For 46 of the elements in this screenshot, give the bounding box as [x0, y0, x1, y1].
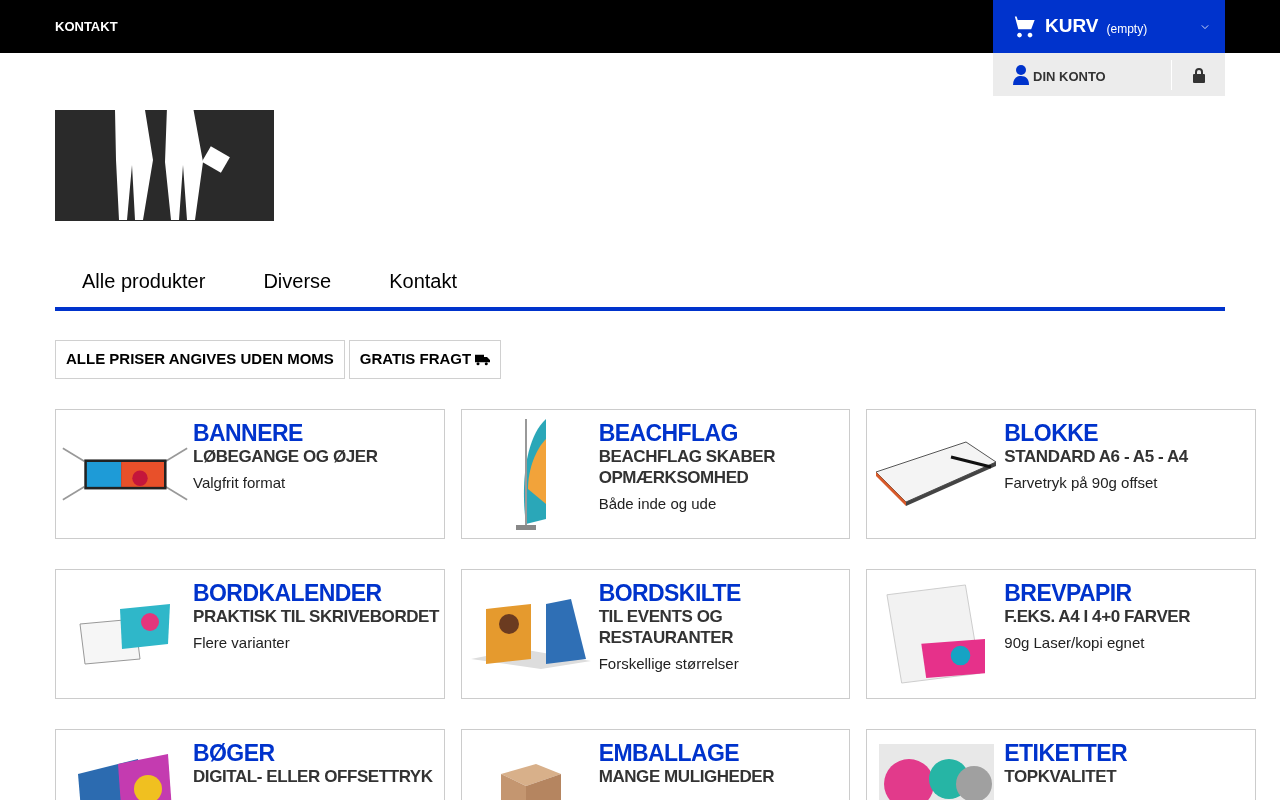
product-subtitle: DIGITAL- ELLER OFFSETTRYK: [193, 766, 433, 787]
contact-link[interactable]: KONTAKT: [55, 17, 118, 37]
product-title: BANNERE: [193, 420, 304, 446]
product-description: Både inde og ude: [598, 494, 718, 514]
product-title: BEACHFLAG: [598, 420, 739, 446]
account-button[interactable]: DIN KONTO: [993, 53, 1171, 96]
product-subtitle: TOPKVALITET: [1004, 766, 1118, 787]
product-card[interactable]: BANNERE LØBEGANGE OG ØJER Valgfrit format: [55, 409, 445, 539]
product-description: Flere varianter: [193, 633, 291, 653]
user-icon: [1013, 64, 1029, 85]
product-subtitle: F.EKS. A4 I 4+0 FARVER: [1004, 606, 1191, 627]
product-title: BORDKALENDER: [193, 580, 383, 606]
product-title: ETIKETTER: [1004, 740, 1127, 766]
product-description: Forskellige størrelser: [598, 654, 740, 674]
product-description: Valgfrit format: [193, 473, 287, 493]
nav-link[interactable]: Kontakt: [362, 254, 485, 296]
product-card[interactable]: EMBALLAGE MANGE MULIGHEDER: [460, 729, 851, 800]
product-subtitle: LØBEGANGE OG ØJER: [193, 446, 378, 467]
product-subtitle: TIL EVENTS OG RESTAURANTER: [598, 606, 735, 648]
cart-button[interactable]: KURV (empty): [993, 0, 1225, 53]
product-subtitle: PRAKTISK TIL SKRIVEBORDET: [193, 606, 439, 627]
chevron-down-icon: [1201, 22, 1209, 31]
product-subtitle: BEACHFLAG SKABER OPMÆRKSOMHED: [598, 446, 777, 488]
product-card[interactable]: BORDKALENDER PRAKTISK TIL SKRIVEBORDET Flere varianter: [55, 569, 445, 699]
lock-icon: [1191, 66, 1206, 83]
product-description: Farvetryk på 90g offset: [1004, 473, 1159, 493]
product-description: 90g Laser/kopi egnet: [1004, 633, 1146, 653]
notice-text: GRATIS FRAGT: [359, 349, 472, 370]
product-card[interactable]: BORDSKILTE TIL EVENTS OG RESTAURANTER Forskellige størrelser: [460, 569, 851, 699]
product-title: BORDSKILTE: [598, 580, 742, 606]
product-title: BLOKKE: [1004, 420, 1099, 446]
product-card[interactable]: ETIKETTER TOPKVALITET: [866, 729, 1256, 800]
product-title: EMBALLAGE: [598, 740, 741, 766]
product-title: BREVPAPIR: [1004, 580, 1133, 606]
nav-link[interactable]: Diverse: [236, 254, 359, 296]
product-subtitle: MANGE MULIGHEDER: [598, 766, 775, 787]
nav-link[interactable]: Alle produkter: [55, 254, 233, 296]
product-subtitle: STANDARD A6 - A5 - A4: [1004, 446, 1188, 467]
product-card[interactable]: BREVPAPIR F.EKS. A4 I 4+0 FARVER 90g Laser/kopi egnet: [866, 569, 1256, 699]
cart-status: (empty): [1106, 20, 1148, 38]
cart-label: KURV: [1045, 14, 1099, 39]
product-title: BØGER: [193, 740, 276, 766]
product-card[interactable]: BLOKKE STANDARD A6 - A5 - A4 Farvetryk på 90g offset: [866, 409, 1256, 539]
product-card[interactable]: BØGER DIGITAL- ELLER OFFSETTRYK: [55, 729, 445, 800]
product-card[interactable]: BEACHFLAG BEACHFLAG SKABER OPMÆRKSOMHED Både inde og ude: [460, 409, 851, 539]
notice-text: ALLE PRISER ANGIVES UDEN MOMS: [66, 349, 334, 370]
